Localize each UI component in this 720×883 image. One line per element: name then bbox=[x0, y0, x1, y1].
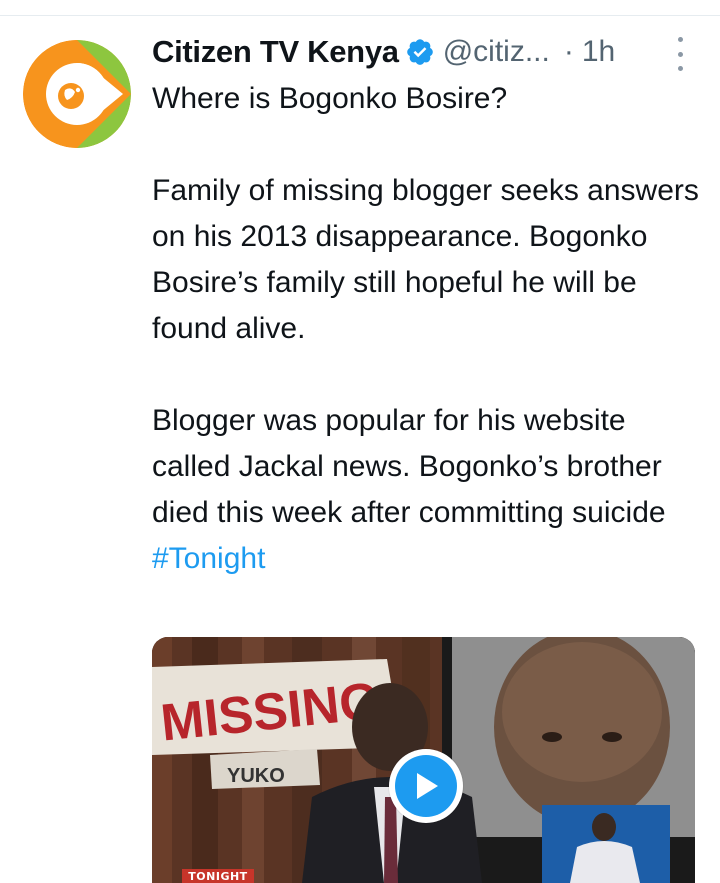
top-divider bbox=[0, 15, 720, 16]
display-name[interactable]: Citizen TV Kenya bbox=[152, 34, 399, 70]
verified-badge-icon bbox=[405, 37, 435, 67]
play-icon bbox=[395, 755, 457, 817]
tweet-header: Citizen TV Kenya @citiz... · 1h bbox=[152, 30, 697, 74]
play-button[interactable] bbox=[389, 749, 463, 823]
more-options-icon[interactable] bbox=[670, 37, 690, 71]
hashtag-link[interactable]: #Tonight bbox=[152, 542, 265, 575]
profile-avatar[interactable] bbox=[23, 40, 131, 148]
tweet-body: Where is Bogonko Bosire? Family of missi… bbox=[152, 82, 699, 529]
tonight-tag: TONIGHT bbox=[182, 869, 254, 883]
tweet-text: Where is Bogonko Bosire? Family of missi… bbox=[152, 76, 702, 582]
user-handle[interactable]: @citiz... bbox=[443, 35, 550, 69]
citizen-tv-logo-icon bbox=[23, 40, 131, 148]
video-thumbnail[interactable]: MISSING YUKO TONIGHT bbox=[152, 637, 695, 883]
yuko-overlay-text: YUKO bbox=[227, 765, 285, 787]
tweet-timestamp[interactable]: 1h bbox=[582, 35, 615, 69]
separator-dot: · bbox=[563, 35, 574, 68]
